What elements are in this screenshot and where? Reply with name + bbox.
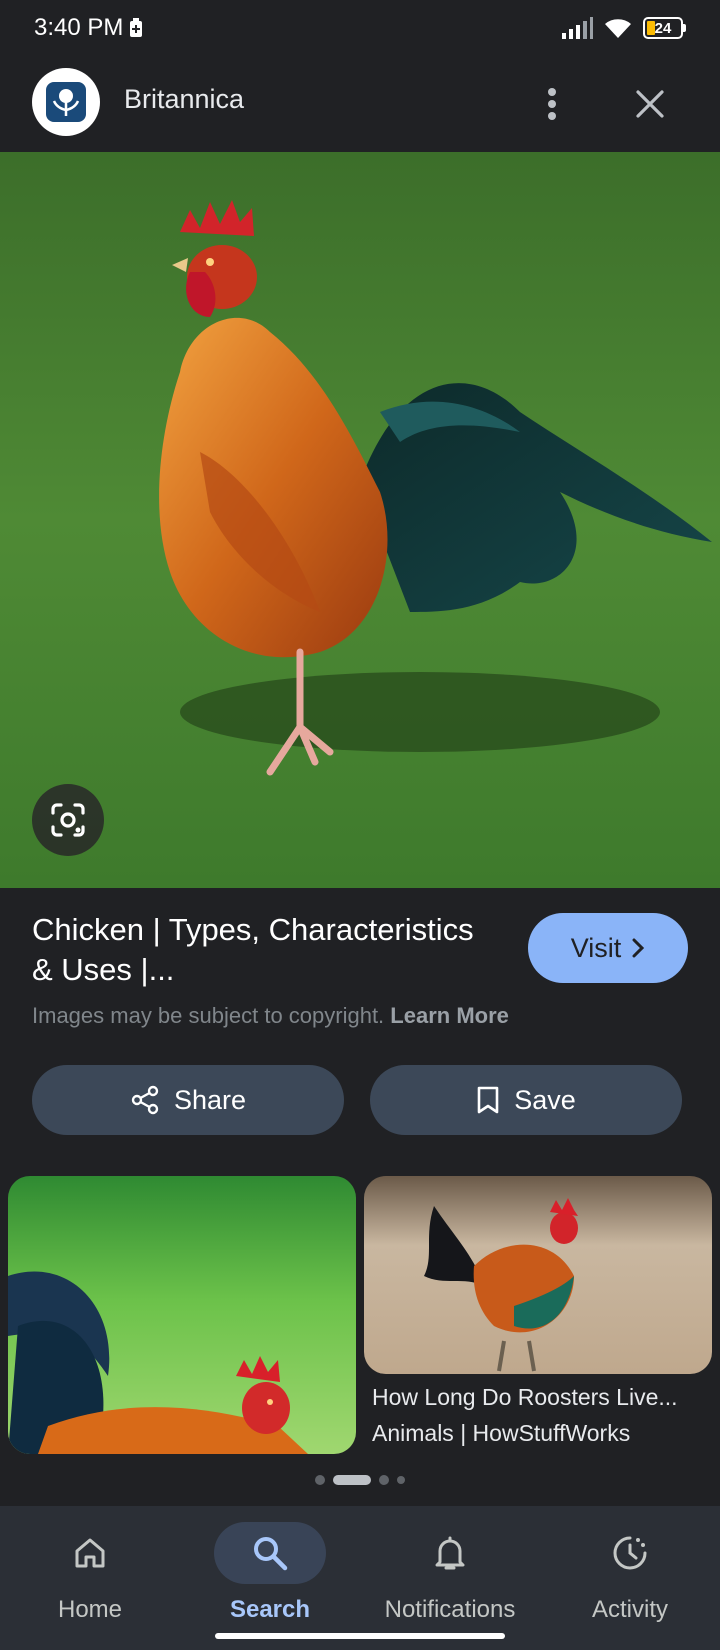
viewer-header: Britannica [0, 56, 720, 152]
more-vert-icon [548, 88, 556, 120]
home-indicator[interactable] [215, 1633, 505, 1639]
bottom-navigation: Home Search Notifications Activity [0, 1506, 720, 1650]
page-dot [379, 1475, 389, 1485]
battery-icon: 24 [643, 17, 686, 39]
bell-icon [435, 1536, 465, 1570]
more-options-button[interactable] [530, 76, 574, 132]
britannica-thistle-icon [46, 82, 86, 122]
home-icon [75, 1538, 105, 1568]
nav-notifications-label: Notifications [384, 1596, 516, 1623]
nav-home-label: Home [57, 1596, 123, 1623]
page-dot [315, 1475, 325, 1485]
share-button[interactable]: Share [32, 1065, 344, 1135]
status-time: 3:40 PM [34, 14, 124, 41]
site-name[interactable]: Britannica [124, 84, 244, 115]
nav-notifications[interactable]: Notifications [360, 1514, 540, 1634]
close-button[interactable] [622, 76, 678, 132]
signal-icon [562, 17, 593, 39]
rooster-closeup-photo [8, 1176, 356, 1454]
share-icon [131, 1085, 159, 1115]
wifi-icon [605, 19, 631, 38]
status-icons: 24 [561, 16, 686, 40]
chevron-right-icon [632, 938, 645, 958]
nav-search-icon-wrap [214, 1522, 326, 1584]
nav-home-icon-wrap [34, 1522, 146, 1584]
page-dot-active [333, 1475, 371, 1485]
save-button[interactable]: Save [370, 1065, 682, 1135]
copyright-text: Images may be subject to copyright. [32, 1003, 385, 1028]
activity-icon [613, 1536, 647, 1570]
pagination-dots [0, 1472, 720, 1488]
nav-home[interactable]: Home [0, 1514, 180, 1634]
visit-button[interactable]: Visit [528, 913, 688, 983]
related-image-2[interactable] [364, 1176, 712, 1374]
site-logo[interactable] [32, 68, 100, 136]
rooster-standing-photo [364, 1176, 712, 1374]
nav-activity[interactable]: Activity [540, 1514, 720, 1634]
related-caption-source: Animals | HowStuffWorks [372, 1420, 631, 1446]
status-bar: 3:40 PM 24 [0, 0, 720, 56]
save-label: Save [514, 1084, 576, 1115]
search-icon [254, 1537, 288, 1571]
main-image[interactable] [0, 152, 720, 888]
nav-activity-icon-wrap [574, 1522, 686, 1584]
learn-more-link[interactable]: Learn More [390, 1003, 509, 1028]
result-title[interactable]: Chicken | Types, Characteristics & Uses … [32, 910, 492, 990]
battery-level: 24 [654, 19, 672, 37]
page-dot [397, 1476, 405, 1484]
lens-search-button[interactable] [32, 784, 104, 856]
google-lens-icon [51, 803, 85, 837]
rooster-photo [0, 152, 720, 888]
related-caption-title[interactable]: How Long Do Roosters Live... [372, 1384, 678, 1411]
visit-button-label: Visit [570, 932, 622, 963]
close-icon [636, 90, 664, 118]
nav-notifications-icon-wrap [394, 1522, 506, 1584]
nav-search-label: Search [229, 1596, 311, 1623]
battery-saver-icon [130, 18, 143, 37]
share-label: Share [173, 1084, 247, 1115]
nav-search[interactable]: Search [180, 1514, 360, 1634]
bookmark-icon [477, 1086, 499, 1114]
copyright-notice: Images may be subject to copyright. Lear… [32, 1003, 509, 1029]
related-image-1[interactable] [8, 1176, 356, 1454]
nav-activity-label: Activity [591, 1596, 668, 1623]
